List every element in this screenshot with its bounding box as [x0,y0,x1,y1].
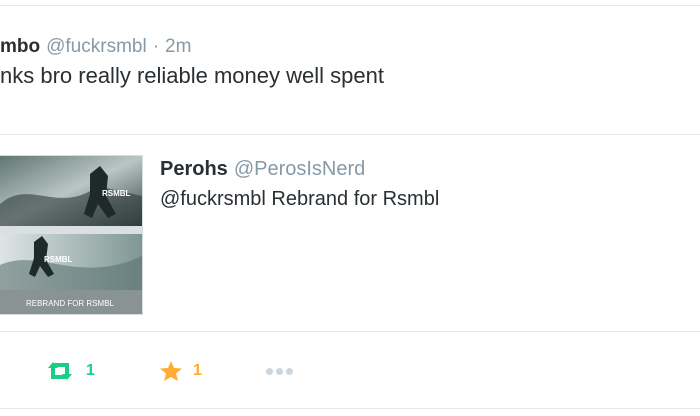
quoted-author-handle[interactable]: @PerosIsNerd [234,158,365,180]
image-top-label: RSMBL [102,189,131,198]
retweet-count: 1 [86,362,95,379]
tweet-header: mbo @fuckrsmbl · 2m [0,36,191,58]
more-options-icon [266,367,296,375]
content-divider [0,134,700,135]
more-options-button[interactable] [266,358,296,384]
image-bottom-label: RSMBL [44,255,73,264]
retweet-button[interactable]: 1 [44,358,95,384]
author-name[interactable]: mbo [0,36,40,57]
quoted-author-name[interactable]: Perohs [160,158,228,180]
actions-divider [0,331,700,332]
favorite-count: 1 [193,362,202,379]
quoted-tweet-header: Perohs @PerosIsNerd [160,158,365,181]
author-handle[interactable]: @fuckrsmbl [46,36,147,57]
separator-dot: · [152,36,160,57]
favorite-button[interactable]: 1 [159,358,202,384]
top-divider [0,5,700,6]
tweet-text: nks bro really reliable money well spent [0,63,384,88]
bottom-divider [0,408,700,409]
quoted-tweet-image[interactable]: RSMBL RSMBL REBRAND FOR RSMBL [0,155,143,315]
quoted-tweet-text: @fuckrsmbl Rebrand for Rsmbl [160,188,440,210]
image-caption: REBRAND FOR RSMBL [26,299,115,308]
retweet-icon [48,362,72,380]
tweet-timestamp[interactable]: 2m [165,36,191,57]
star-icon [160,361,182,381]
